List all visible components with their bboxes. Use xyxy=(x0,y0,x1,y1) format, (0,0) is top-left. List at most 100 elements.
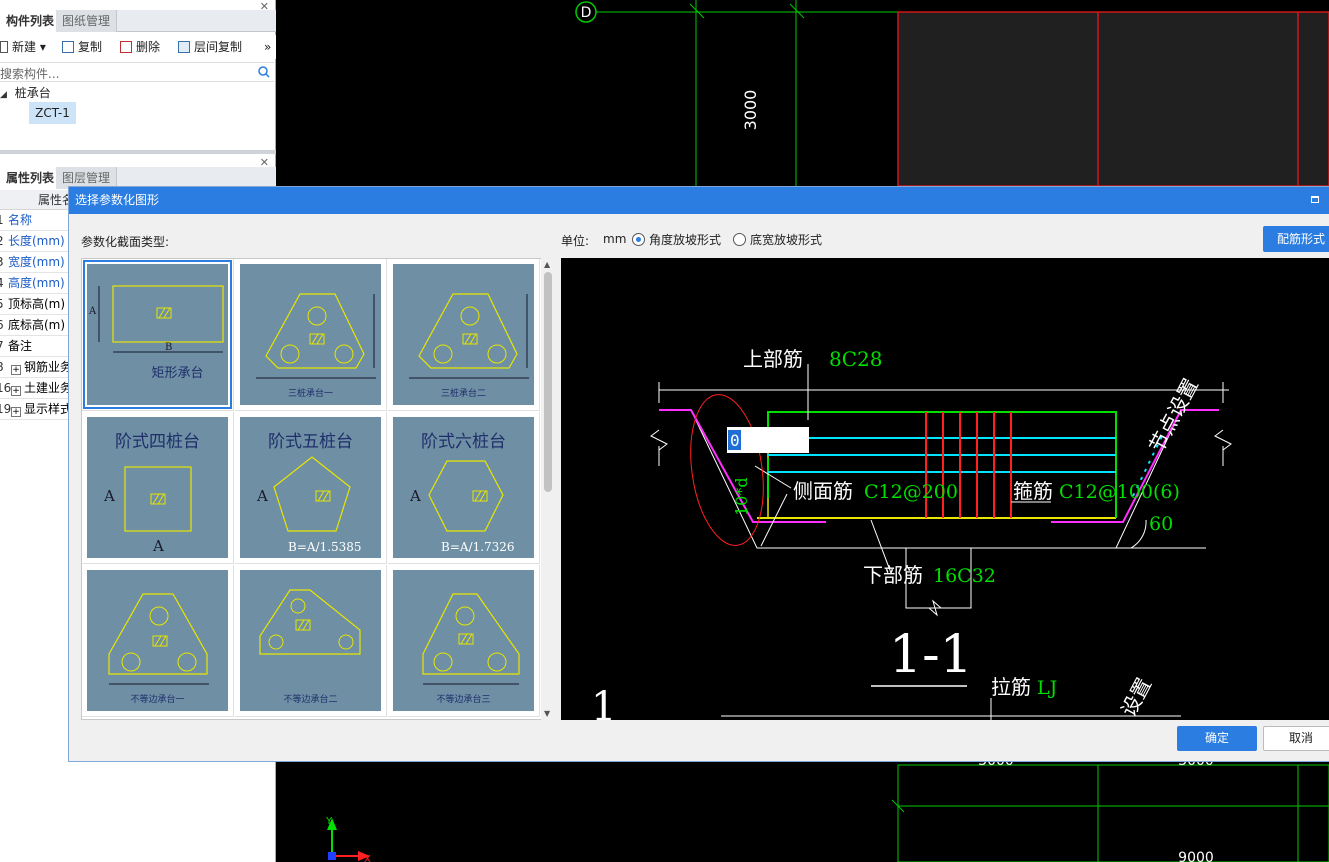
axis-label: D xyxy=(581,5,592,21)
component-toolbar: 新建 ▾ 复制 删除 层间复制 » xyxy=(0,35,276,59)
shape-thumbnail[interactable]: 三桩承台二 xyxy=(393,264,534,405)
shape-label: 阶式六桩台 xyxy=(421,432,506,452)
floor-copy-button[interactable]: 层间复制 xyxy=(178,39,242,55)
gallery-scrollbar[interactable]: ▲ ▼ xyxy=(541,258,555,720)
radio-on-icon[interactable] xyxy=(632,233,645,246)
property-row[interactable]: 1名称 xyxy=(0,210,68,231)
property-label: 钢筋业务属性 xyxy=(24,360,68,374)
property-row[interactable]: 8+钢筋业务属性 xyxy=(0,357,68,378)
dimension-a: A xyxy=(89,306,97,317)
shape-thumbnail[interactable]: 不等边承台三 xyxy=(393,570,534,711)
dimension-b: B=A/1.5385 xyxy=(288,540,362,554)
row-number: 1 xyxy=(0,210,8,230)
maximize-icon[interactable] xyxy=(1311,196,1319,203)
shape-cell[interactable]: 三桩承台二 xyxy=(388,259,540,411)
node-setting-text[interactable]: 节点设置 xyxy=(1144,374,1203,456)
shape-cell[interactable]: 不等边承台三 xyxy=(388,565,540,717)
shape-cell[interactable]: 不等边承台一 xyxy=(82,565,234,717)
stirrup-value: C12@100(6) xyxy=(1059,481,1180,503)
property-label: 显示样式 xyxy=(24,402,68,416)
property-row[interactable]: 2长度(mm) xyxy=(0,231,68,252)
shape-drawing xyxy=(256,293,376,379)
shape-cell[interactable]: 阶式四桩台 A A xyxy=(82,412,234,564)
shape-thumbnail[interactable]: 不等边承台一 xyxy=(87,570,228,711)
tie-rebar-label: 拉筋 xyxy=(991,675,1031,699)
property-header: 属性名 xyxy=(0,190,68,210)
close-icon[interactable]: ✕ xyxy=(260,156,269,170)
tree-root[interactable]: 桩承台 xyxy=(15,86,51,100)
property-row[interactable]: 3宽度(mm) xyxy=(0,252,68,273)
rebar-form-button[interactable]: 配筋形式 xyxy=(1263,226,1329,252)
tree-item-selected[interactable]: ZCT-1 xyxy=(29,102,76,124)
top-rebar-label: 上部筋 xyxy=(743,347,803,371)
expand-icon[interactable]: + xyxy=(11,407,21,417)
section-type-label: 参数化截面类型: xyxy=(81,235,170,249)
cancel-button[interactable]: 取消 xyxy=(1263,726,1329,751)
shape-thumbnail[interactable]: 阶式六桩台 A B=A/1.7326 xyxy=(393,417,534,558)
property-label: 名称 xyxy=(8,213,33,227)
property-row[interactable]: 19+显示样式 xyxy=(0,399,68,420)
shape-cell[interactable]: 矩形承台 A B xyxy=(82,259,234,411)
delete-button[interactable]: 删除 xyxy=(120,39,160,55)
property-row[interactable]: 5顶标高(m) xyxy=(0,294,68,315)
component-tabbar: 构件列表 图纸管理 xyxy=(0,10,276,32)
panel-divider xyxy=(0,150,276,154)
shape-label: 三桩承台二 xyxy=(440,389,486,399)
row-number: 2 xyxy=(0,231,8,251)
shape-drawing xyxy=(108,593,209,685)
shape-thumbnail[interactable]: 矩形承台 A B xyxy=(83,260,232,409)
shape-thumbnail[interactable]: 阶式五桩台 A B=A/1.5385 xyxy=(240,417,381,558)
scroll-down-icon[interactable]: ▼ xyxy=(544,709,550,718)
shape-drawing xyxy=(259,589,361,655)
unit-label: 单位: xyxy=(561,234,590,248)
ok-button[interactable]: 确定 xyxy=(1177,726,1257,751)
tree-collapse-icon[interactable]: ◢ xyxy=(0,90,7,100)
dialog-title-bar[interactable]: 选择参数化图形 xyxy=(69,187,1329,214)
property-label: 顶标高(m) xyxy=(8,297,66,311)
more-button[interactable]: » xyxy=(264,39,271,55)
component-search[interactable]: 搜索构件... xyxy=(0,62,274,82)
shape-thumbnail[interactable]: 不等边承台二 xyxy=(240,570,381,711)
row-number: 5 xyxy=(0,294,8,314)
row-number: 19 xyxy=(0,402,12,416)
copy-button[interactable]: 复制 xyxy=(62,39,102,55)
shape-label: 三桩承台一 xyxy=(287,389,333,399)
dimension-b: B xyxy=(165,342,173,353)
shape-label: 不等边承台二 xyxy=(283,695,338,705)
dimension-text: 3000 xyxy=(741,90,760,131)
property-row[interactable]: 4高度(mm) xyxy=(0,273,68,294)
bottom-rebar-label: 下部筋 xyxy=(863,563,923,587)
radio-width-slope[interactable]: 底宽放坡形式 xyxy=(733,231,822,248)
new-button[interactable]: 新建 ▾ xyxy=(0,39,46,55)
shape-label: 阶式五桩台 xyxy=(268,432,353,452)
shape-label: 不等边承台三 xyxy=(436,695,491,705)
row-number: 4 xyxy=(0,273,8,293)
radio-angle-slope[interactable]: 角度放坡形式 xyxy=(632,231,721,248)
inline-input-value[interactable]: 0 xyxy=(730,431,740,450)
scroll-up-icon[interactable]: ▲ xyxy=(544,260,550,269)
close-icon[interactable]: ✕ xyxy=(260,0,269,14)
dimension-text: 9000 xyxy=(1178,850,1214,862)
radio-off-icon[interactable] xyxy=(733,233,746,246)
search-input[interactable]: 搜索构件... xyxy=(0,65,59,82)
expand-icon[interactable]: + xyxy=(11,386,21,396)
shape-cell[interactable]: 阶式五桩台 A B=A/1.5385 xyxy=(235,412,387,564)
shape-thumbnail[interactable]: 三桩承台一 xyxy=(240,264,381,405)
property-row[interactable]: 16+土建业务属性 xyxy=(0,378,68,399)
property-label: 土建业务属性 xyxy=(24,381,68,395)
property-row[interactable]: 6底标高(m) xyxy=(0,315,68,336)
top-rebar-value: 8C28 xyxy=(829,347,882,371)
tab-component-list[interactable]: 构件列表 xyxy=(0,10,62,32)
scroll-thumb[interactable] xyxy=(544,272,552,492)
property-row[interactable]: 7备注 xyxy=(0,336,68,357)
search-icon[interactable] xyxy=(258,66,270,78)
shape-cell[interactable]: 三桩承台一 xyxy=(235,259,387,411)
tab-property-list[interactable]: 属性列表 xyxy=(0,167,62,189)
shape-cell[interactable]: 不等边承台二 xyxy=(235,565,387,717)
shape-cell[interactable]: 阶式六桩台 A B=A/1.7326 xyxy=(388,412,540,564)
node-setting-text-2[interactable]: 设置 xyxy=(1116,674,1156,720)
expand-icon[interactable]: + xyxy=(11,365,21,375)
tab-drawing-manage[interactable]: 图纸管理 xyxy=(56,10,118,32)
shape-thumbnail[interactable]: 阶式四桩台 A A xyxy=(87,417,228,558)
property-label: 宽度(mm) xyxy=(8,255,65,269)
